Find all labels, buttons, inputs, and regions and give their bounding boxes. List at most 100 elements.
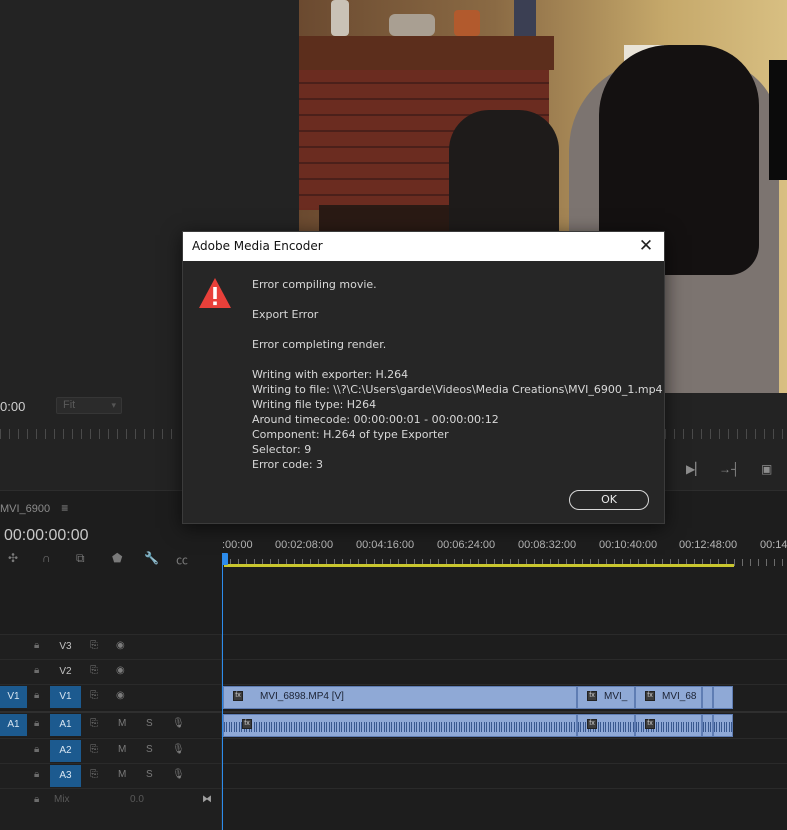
video-clip[interactable]: fx MVI_ (577, 686, 635, 709)
audio-clip[interactable]: fx (635, 714, 702, 737)
lock-icon[interactable]: 🔒︎ (34, 718, 39, 729)
sync-lock-icon[interactable]: ⎘ (90, 640, 98, 651)
track-header-v3: 🔒︎ V3 ⎘ ◉ (0, 635, 222, 659)
panel-menu-icon[interactable]: ≡ (61, 501, 68, 515)
track-target-v1[interactable]: V1 (50, 686, 81, 708)
eye-icon[interactable]: ◉ (116, 690, 125, 701)
track-target-a3[interactable]: A3 (50, 765, 81, 787)
track-header-v1: V1 🔒︎ V1 ⎘ ◉ (0, 685, 222, 709)
microphone-icon[interactable]: 🎙︎ (172, 769, 185, 780)
error-dialog: Adobe Media Encoder ✕ Error compiling mo… (182, 231, 665, 524)
fx-icon: fx (587, 691, 597, 701)
lock-icon[interactable]: 🔒︎ (34, 690, 39, 701)
monitor-timecode[interactable]: 0:00 (0, 399, 25, 414)
linked-selection-icon[interactable]: ⧉ (76, 551, 85, 566)
track-a3: 🔒︎ A3 ⎘ M S 🎙︎ (0, 763, 787, 788)
audio-clip[interactable] (713, 714, 733, 737)
error-headline: Error compiling movie. (252, 278, 377, 291)
microphone-icon[interactable]: 🎙︎ (172, 744, 185, 755)
go-to-end-icon[interactable]: ⧓ (202, 794, 212, 805)
lock-icon[interactable]: 🔒︎ (34, 665, 39, 676)
sync-lock-icon[interactable]: ⎘ (90, 769, 98, 780)
monitor-time-ruler[interactable] (0, 429, 180, 439)
video-clip[interactable]: fx MVI_68 (635, 686, 702, 709)
mute-button[interactable]: M (118, 718, 126, 729)
wrench-icon[interactable]: 🔧 (144, 551, 159, 565)
fx-icon: fx (645, 719, 655, 729)
audio-waveform (224, 722, 576, 732)
error-detail-code: Error code: 3 (252, 458, 324, 471)
work-area-bar[interactable] (224, 564, 734, 567)
mix-label: Mix (54, 794, 70, 805)
ruler-label: 00:14 (760, 539, 787, 551)
mute-button[interactable]: M (118, 769, 126, 780)
track-mix: 🔒︎ Mix 0.0 ⧓ (0, 788, 787, 830)
solo-button[interactable]: S (146, 769, 153, 780)
audio-waveform (703, 722, 712, 732)
error-type: Export Error (252, 308, 319, 321)
timeline-tools: ✣ ∩ ⧉ ⬟ 🔧 ㏄ (6, 551, 196, 567)
dialog-title: Adobe Media Encoder (192, 239, 323, 253)
track-header-a1: A1 🔒︎ A1 ⎘ M S 🎙︎ (0, 713, 222, 737)
ruler-label: 00:02:08:00 (275, 539, 334, 551)
zoom-select[interactable]: Fit ▾ (56, 397, 122, 414)
clip-label: MVI_ (604, 691, 628, 702)
step-forward-icon[interactable]: →┤ (719, 462, 740, 476)
track-target-v2[interactable]: V2 (50, 661, 81, 683)
close-icon[interactable]: ✕ (637, 236, 655, 256)
error-stage: Error completing render. (252, 338, 387, 351)
solo-button[interactable]: S (146, 744, 153, 755)
fx-icon: fx (587, 719, 597, 729)
add-marker-icon[interactable]: ⬟ (112, 551, 122, 565)
video-clip[interactable]: fx MVI_6898.MP4 [V] (223, 686, 577, 709)
sequence-timecode[interactable]: 00:00:00:00 (4, 527, 89, 545)
zoom-select-value: Fit (63, 399, 76, 411)
source-patch-v1[interactable]: V1 (0, 686, 27, 708)
sequence-tab[interactable]: MVI_6900 ≡ (0, 501, 68, 515)
ruler-label: :00:00 (222, 539, 253, 551)
nest-icon[interactable]: ✣ (8, 551, 18, 565)
track-v2: 🔒︎ V2 ⎘ ◉ (0, 659, 787, 684)
sync-lock-icon[interactable]: ⎘ (90, 665, 98, 676)
warning-icon (199, 278, 231, 308)
mute-button[interactable]: M (118, 744, 126, 755)
ruler-label: 00:08:32:00 (518, 539, 577, 551)
audio-waveform (714, 722, 732, 732)
microphone-icon[interactable]: 🎙︎ (172, 718, 185, 729)
track-target-v3[interactable]: V3 (50, 636, 81, 658)
ruler-label: 00:10:40:00 (599, 539, 658, 551)
timeline-panel: MVI_6900 ≡ 00:00:00:00 ✣ ∩ ⧉ ⬟ 🔧 ㏄ :00:0… (0, 490, 787, 830)
monitor-time-ruler-right[interactable] (665, 429, 787, 439)
mix-volume-value[interactable]: 0.0 (130, 794, 144, 805)
sync-lock-icon[interactable]: ⎘ (90, 744, 98, 755)
lock-icon[interactable]: 🔒︎ (34, 769, 39, 780)
ok-button[interactable]: OK (569, 490, 649, 510)
play-icon[interactable]: ▶▏ (686, 462, 704, 476)
audio-clip[interactable]: fx (223, 714, 577, 737)
eye-icon[interactable]: ◉ (116, 665, 125, 676)
eye-icon[interactable]: ◉ (116, 640, 125, 651)
lock-icon[interactable]: 🔒︎ (34, 744, 39, 755)
video-clip[interactable] (713, 686, 733, 709)
playhead-line (222, 553, 223, 830)
clip-label: MVI_68 (662, 691, 697, 702)
sync-lock-icon[interactable]: ⎘ (90, 690, 98, 701)
fx-icon: fx (242, 719, 252, 729)
snap-magnet-icon[interactable]: ∩ (42, 551, 51, 565)
dialog-message: Error compiling movie. Export Error Erro… (252, 277, 663, 472)
source-patch-a1[interactable]: A1 (0, 714, 27, 736)
export-frame-icon[interactable]: ▣ (761, 462, 772, 476)
dialog-titlebar[interactable]: Adobe Media Encoder ✕ (183, 232, 664, 261)
error-detail-timecode: Around timecode: 00:00:00:01 - 00:00:00:… (252, 413, 499, 426)
captions-icon[interactable]: ㏄ (176, 551, 188, 568)
lock-icon[interactable]: 🔒︎ (34, 640, 39, 651)
track-header-mix: 🔒︎ Mix 0.0 ⧓ (0, 789, 222, 830)
audio-clip[interactable]: fx (577, 714, 635, 737)
audio-clip[interactable] (702, 714, 713, 737)
video-clip[interactable] (702, 686, 713, 709)
solo-button[interactable]: S (146, 718, 153, 729)
track-target-a1[interactable]: A1 (50, 714, 81, 736)
sync-lock-icon[interactable]: ⎘ (90, 718, 98, 729)
lock-icon[interactable]: 🔒︎ (34, 794, 39, 805)
track-target-a2[interactable]: A2 (50, 740, 81, 762)
